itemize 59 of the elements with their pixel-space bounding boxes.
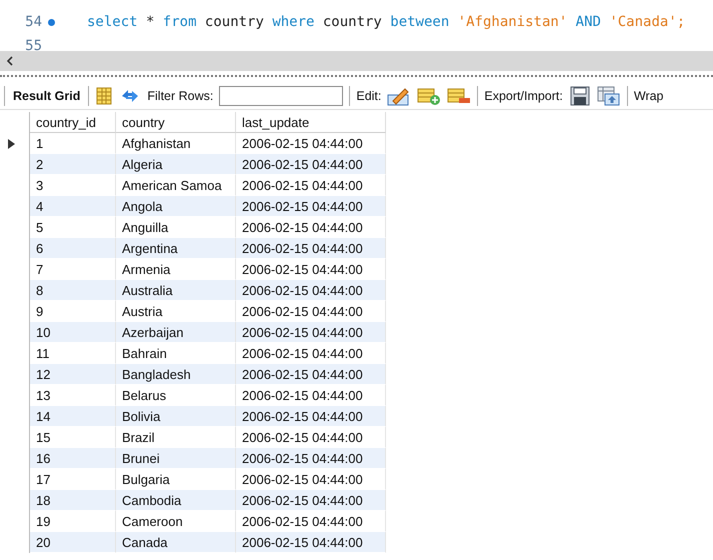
table-cell: 2006-02-15 04:44:00 (236, 154, 386, 175)
table-cell: 14 (30, 406, 116, 427)
table-cell: Australia (116, 280, 236, 301)
import-icon[interactable] (596, 86, 621, 106)
table-cell: Brunei (116, 448, 236, 469)
code-token: from (162, 14, 197, 30)
horizontal-scrollbar[interactable] (0, 51, 713, 71)
table-cell: Bolivia (116, 406, 236, 427)
line-number: 55 (24, 38, 42, 51)
table-cell: 2006-02-15 04:44:00 (236, 406, 386, 427)
table-cell: 2 (30, 154, 116, 175)
code-token: * (146, 14, 154, 30)
code-token: select (87, 14, 138, 30)
save-icon[interactable] (568, 86, 591, 106)
add-row-icon[interactable] (417, 86, 442, 106)
table-cell: Bangladesh (116, 364, 236, 385)
code-token: AND (576, 14, 601, 30)
table-cell: 2006-02-15 04:44:00 (236, 322, 386, 343)
table-cell: 18 (30, 490, 116, 511)
column-header[interactable]: country (116, 112, 236, 133)
filter-rows-label: Filter Rows: (147, 89, 214, 103)
table-cell: 2006-02-15 04:44:00 (236, 280, 386, 301)
column-grid-icon[interactable] (95, 87, 114, 105)
table-cell: 16 (30, 448, 116, 469)
table-cell: 2006-02-15 04:44:00 (236, 532, 386, 553)
table-cell: Argentina (116, 238, 236, 259)
scroll-left-icon[interactable] (6, 56, 14, 66)
table-cell: Azerbaijan (116, 322, 236, 343)
table-cell: 10 (30, 322, 116, 343)
table-cell: Cambodia (116, 490, 236, 511)
export-import-label: Export/Import: (484, 89, 563, 103)
table-cell: 20 (30, 532, 116, 553)
table-cell: 2006-02-15 04:44:00 (236, 448, 386, 469)
filter-rows-field[interactable] (219, 86, 344, 106)
edit-label: Edit: (356, 89, 382, 103)
pencil-icon[interactable] (387, 86, 412, 106)
table-cell: 12 (30, 364, 116, 385)
result-grid-label[interactable]: Result Grid (11, 89, 82, 103)
table-cell: Angola (116, 196, 236, 217)
code-token: 'Afghanistan' (458, 14, 568, 30)
code-token: 'Canada'; (609, 14, 686, 30)
line-number: 54 (24, 14, 42, 30)
table-cell: Algeria (116, 154, 236, 175)
code-token: country (322, 14, 382, 30)
delete-row-icon[interactable] (447, 86, 472, 106)
column-header[interactable]: country_id (30, 112, 116, 133)
column-header[interactable]: last_update (236, 112, 386, 133)
code-token: between (390, 14, 450, 30)
table-cell: 4 (30, 196, 116, 217)
table-cell: 2006-02-15 04:44:00 (236, 196, 386, 217)
table-cell: 6 (30, 238, 116, 259)
table-cell: 2006-02-15 04:44:00 (236, 364, 386, 385)
wrap-label[interactable]: Wrap (634, 89, 664, 103)
table-cell: 2006-02-15 04:44:00 (236, 238, 386, 259)
code-token: where (272, 14, 314, 30)
table-cell: 8 (30, 280, 116, 301)
table-cell: 2006-02-15 04:44:00 (236, 490, 386, 511)
code-token: country (204, 14, 264, 30)
table-cell: Canada (116, 532, 236, 553)
